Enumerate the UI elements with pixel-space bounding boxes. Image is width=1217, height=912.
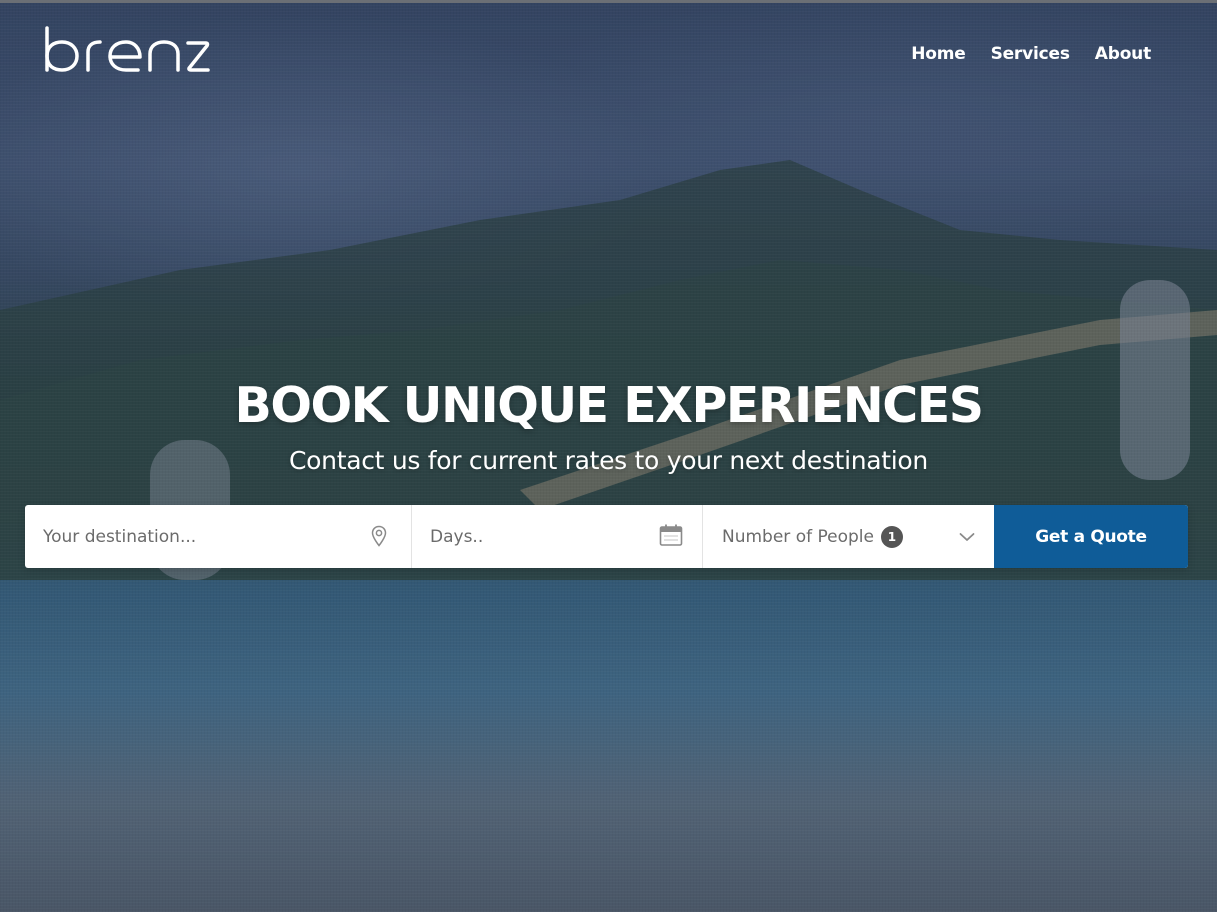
logo-wordmark-icon (45, 26, 210, 72)
destination-field-wrap (25, 505, 412, 568)
main-nav: Home Services About (911, 44, 1151, 64)
hero-subtitle: Contact us for current rates to your nex… (289, 446, 928, 475)
people-select[interactable]: Number of People 1 (703, 505, 994, 568)
destination-input[interactable] (25, 505, 411, 568)
nav-about-link[interactable]: About (1095, 44, 1151, 64)
map-pin-icon (371, 525, 387, 547)
nav-services-link[interactable]: Services (991, 44, 1070, 64)
people-count-badge: 1 (880, 525, 903, 548)
brand-logo[interactable] (44, 26, 210, 76)
people-select-label: Number of People 1 (703, 525, 903, 548)
chevron-down-icon (959, 533, 975, 541)
people-label-text: Number of People (722, 526, 874, 547)
site-header: Home Services About (0, 0, 1217, 100)
nav-home-link[interactable]: Home (911, 44, 966, 64)
quote-search-form: Number of People 1 Get a Quote (25, 505, 1188, 568)
calendar-icon (659, 524, 683, 546)
hero-title: BOOK UNIQUE EXPERIENCES (234, 377, 985, 434)
days-field-wrap (412, 505, 703, 568)
get-quote-button[interactable]: Get a Quote (994, 505, 1188, 568)
